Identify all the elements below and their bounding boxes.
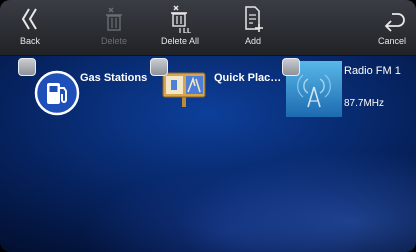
radio-frequency: 87.7MHz: [344, 98, 385, 109]
tile-label-gas-stations: Gas Stations: [80, 72, 148, 84]
add-label: Add: [244, 36, 261, 46]
add-document-icon: [242, 4, 264, 34]
cancel-button[interactable]: Cancel: [362, 4, 416, 52]
delete-all-button[interactable]: Delete All: [150, 4, 210, 52]
tile-checkbox[interactable]: [150, 58, 168, 76]
screen: Back Delete Delete All Add Cancel Gas St…: [0, 0, 416, 252]
delete-label: Delete: [100, 36, 127, 46]
double-chevron-left-icon: [20, 4, 40, 34]
tile-label-quick-places: Quick Plac…: [214, 72, 282, 84]
tile-checkbox[interactable]: [282, 58, 300, 76]
gas-station-icon: [34, 70, 80, 116]
return-arrow-icon: [378, 4, 406, 34]
trash-icon: [103, 4, 125, 34]
tile-label-radio-fm1: Radio FM 1: [344, 65, 401, 77]
cancel-label: Cancel: [377, 36, 406, 46]
trash-all-icon: [168, 4, 192, 34]
delete-all-label: Delete All: [160, 36, 200, 46]
back-button[interactable]: Back: [0, 4, 60, 52]
shortcut-tile-gas-stations[interactable]: Gas Stations: [18, 58, 148, 130]
tile-checkbox[interactable]: [18, 58, 36, 76]
add-button[interactable]: Add: [223, 4, 283, 52]
map-sign-icon: [162, 72, 206, 107]
delete-button[interactable]: Delete: [84, 4, 144, 52]
back-label: Back: [19, 36, 40, 46]
shortcut-tile-quick-places[interactable]: Quick Plac…: [150, 58, 282, 130]
toolbar: Back Delete Delete All Add Cancel: [0, 0, 416, 56]
